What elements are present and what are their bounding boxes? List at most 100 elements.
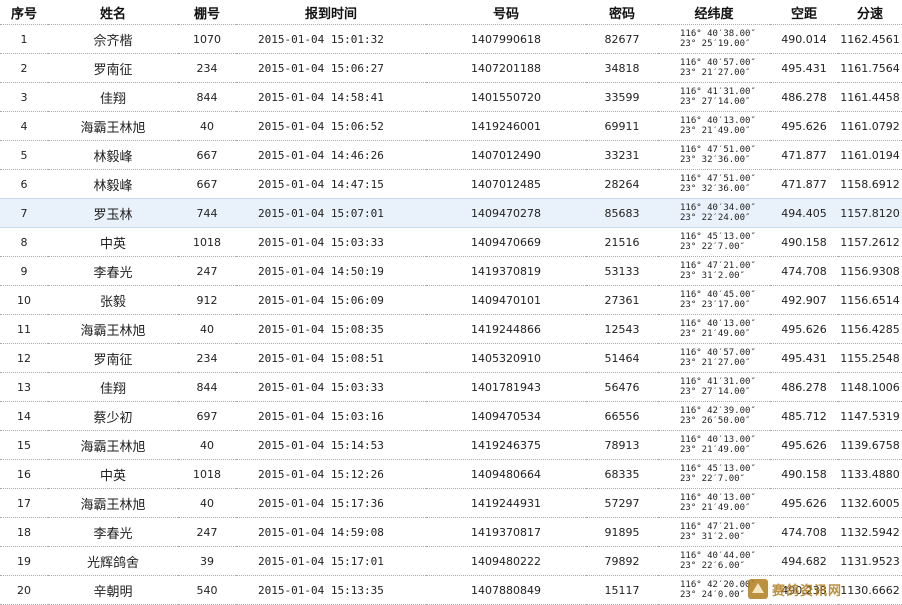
cell-speed: 1161.4458	[838, 82, 902, 112]
cell-coordinates: 116° 42′39.00″ 23° 26′50.00″	[658, 401, 770, 431]
cell-ring-number: 1419370819	[426, 256, 586, 286]
table-row[interactable]: 8 中英 1018 2015-01-04 15:03:33 1409470669 2151…	[0, 227, 902, 257]
cell-name: 海霸王林旭	[48, 314, 178, 344]
longitude-value: 116° 45′13.00″	[680, 464, 756, 474]
cell-name: 海霸王林旭	[48, 488, 178, 518]
latitude-value: 23° 32′36.00″	[680, 155, 751, 165]
table-row[interactable]: 10 张毅 912 2015-01-04 15:06:09 1409470101 2736…	[0, 285, 902, 315]
cell-coordinates: 116° 41′31.00″ 23° 27′14.00″	[658, 372, 770, 402]
cell-ring-number: 1409470101	[426, 285, 586, 315]
latitude-value: 23° 21′49.00″	[680, 445, 751, 455]
cell-loft: 667	[178, 169, 236, 199]
cell-arrival-time: 2015-01-04 15:06:52	[236, 111, 426, 141]
longitude-value: 116° 40′13.00″	[680, 116, 756, 126]
cell-speed: 1156.9308	[838, 256, 902, 286]
watermark-text: 赛鸽资讯网	[772, 583, 843, 599]
longitude-value: 116° 47′21.00″	[680, 261, 756, 271]
cell-code: 27361	[586, 285, 658, 315]
cell-speed: 1132.6005	[838, 488, 902, 518]
table-row[interactable]: 1 佘齐楷 1070 2015-01-04 15:01:32 1407990618 826…	[0, 24, 902, 54]
cell-code: 53133	[586, 256, 658, 286]
cell-speed: 1131.9523	[838, 546, 902, 576]
table-row[interactable]: 15 海霸王林旭 40 2015-01-04 15:14:53 1419246375 78…	[0, 430, 902, 460]
cell-ring-number: 1419246001	[426, 111, 586, 141]
table-row[interactable]: 12 罗南征 234 2015-01-04 15:08:51 1405320910 514…	[0, 343, 902, 373]
cell-coordinates: 116° 40′44.00″ 23° 22′6.00″	[658, 546, 770, 576]
table-row[interactable]: 9 李春光 247 2015-01-04 14:50:19 1419370819 5313…	[0, 256, 902, 286]
cell-arrival-time: 2015-01-04 14:50:19	[236, 256, 426, 286]
cell-arrival-time: 2015-01-04 15:17:36	[236, 488, 426, 518]
cell-rank: 4	[0, 111, 48, 141]
latitude-value: 23° 27′14.00″	[680, 97, 751, 107]
cell-arrival-time: 2015-01-04 15:03:33	[236, 372, 426, 402]
cell-arrival-time: 2015-01-04 15:08:51	[236, 343, 426, 373]
cell-coordinates: 116° 40′13.00″ 23° 21′49.00″	[658, 111, 770, 141]
cell-loft: 697	[178, 401, 236, 431]
latitude-value: 23° 22′24.00″	[680, 213, 751, 223]
table-row[interactable]: 6 林毅峰 667 2015-01-04 14:47:15 1407012485 2826…	[0, 169, 902, 199]
table-row[interactable]: 3 佳翔 844 2015-01-04 14:58:41 1401550720 33599…	[0, 82, 902, 112]
table-row[interactable]: 16 中英 1018 2015-01-04 15:12:26 1409480664 683…	[0, 459, 902, 489]
cell-ring-number: 1419244866	[426, 314, 586, 344]
cell-coordinates: 116° 47′51.00″ 23° 32′36.00″	[658, 140, 770, 170]
table-row[interactable]: 2 罗南征 234 2015-01-04 15:06:27 1407201188 3481…	[0, 53, 902, 83]
cell-loft: 667	[178, 140, 236, 170]
table-row[interactable]: 18 李春光 247 2015-01-04 14:59:08 1419370817 918…	[0, 517, 902, 547]
header-code[interactable]: 密码	[586, 0, 658, 25]
cell-coordinates: 116° 47′51.00″ 23° 32′36.00″	[658, 169, 770, 199]
header-distance[interactable]: 空距	[770, 0, 838, 25]
header-rank[interactable]: 序号	[0, 0, 48, 25]
cell-distance: 492.907	[770, 285, 838, 315]
cell-speed: 1133.4880	[838, 459, 902, 489]
header-speed[interactable]: 分速	[838, 0, 902, 25]
latitude-value: 23° 31′2.00″	[680, 271, 746, 281]
table-row[interactable]: 19 光辉鸽舍 39 2015-01-04 15:17:01 1409480222 798…	[0, 546, 902, 576]
cell-name: 罗南征	[48, 53, 178, 83]
longitude-value: 116° 40′13.00″	[680, 493, 756, 503]
cell-loft: 1070	[178, 24, 236, 54]
table-row[interactable]: 17 海霸王林旭 40 2015-01-04 15:17:36 1419244931 57…	[0, 488, 902, 518]
cell-name: 光辉鸽舍	[48, 546, 178, 576]
header-arrival-time[interactable]: 报到时间	[236, 0, 426, 25]
header-loft[interactable]: 棚号	[178, 0, 236, 25]
cell-code: 34818	[586, 53, 658, 83]
cell-arrival-time: 2015-01-04 15:17:01	[236, 546, 426, 576]
cell-coordinates: 116° 40′57.00″ 23° 21′27.00″	[658, 53, 770, 83]
cell-loft: 912	[178, 285, 236, 315]
header-name[interactable]: 姓名	[48, 0, 178, 25]
table-row[interactable]: 7 罗玉林 744 2015-01-04 15:07:01 1409470278 8568…	[0, 198, 902, 228]
cell-loft: 40	[178, 430, 236, 460]
cell-rank: 1	[0, 24, 48, 54]
header-ring-number[interactable]: 号码	[426, 0, 586, 25]
table-row[interactable]: 5 林毅峰 667 2015-01-04 14:46:26 1407012490 3323…	[0, 140, 902, 170]
cell-arrival-time: 2015-01-04 14:59:08	[236, 517, 426, 547]
cell-rank: 5	[0, 140, 48, 170]
cell-code: 66556	[586, 401, 658, 431]
cell-distance: 495.431	[770, 343, 838, 373]
table-row[interactable]: 13 佳翔 844 2015-01-04 15:03:33 1401781943 5647…	[0, 372, 902, 402]
longitude-value: 116° 40′13.00″	[680, 435, 756, 445]
cell-loft: 39	[178, 546, 236, 576]
cell-speed: 1155.2548	[838, 343, 902, 373]
cell-distance: 490.014	[770, 24, 838, 54]
cell-rank: 3	[0, 82, 48, 112]
header-coordinates[interactable]: 经纬度	[658, 0, 770, 25]
cell-speed: 1139.6758	[838, 430, 902, 460]
latitude-value: 23° 22′6.00″	[680, 561, 746, 571]
cell-arrival-time: 2015-01-04 15:13:35	[236, 575, 426, 605]
cell-rank: 17	[0, 488, 48, 518]
cell-arrival-time: 2015-01-04 15:14:53	[236, 430, 426, 460]
cell-speed: 1156.4285	[838, 314, 902, 344]
cell-ring-number: 1409470669	[426, 227, 586, 257]
table-row[interactable]: 4 海霸王林旭 40 2015-01-04 15:06:52 1419246001 699…	[0, 111, 902, 141]
cell-code: 21516	[586, 227, 658, 257]
table-row[interactable]: 11 海霸王林旭 40 2015-01-04 15:08:35 1419244866 12…	[0, 314, 902, 344]
cell-ring-number: 1407012485	[426, 169, 586, 199]
table-row[interactable]: 14 蔡少初 697 2015-01-04 15:03:16 1409470534 665…	[0, 401, 902, 431]
cell-loft: 234	[178, 53, 236, 83]
cell-name: 佳翔	[48, 372, 178, 402]
cell-distance: 471.877	[770, 140, 838, 170]
cell-name: 林毅峰	[48, 140, 178, 170]
cell-code: 57297	[586, 488, 658, 518]
cell-arrival-time: 2015-01-04 14:58:41	[236, 82, 426, 112]
